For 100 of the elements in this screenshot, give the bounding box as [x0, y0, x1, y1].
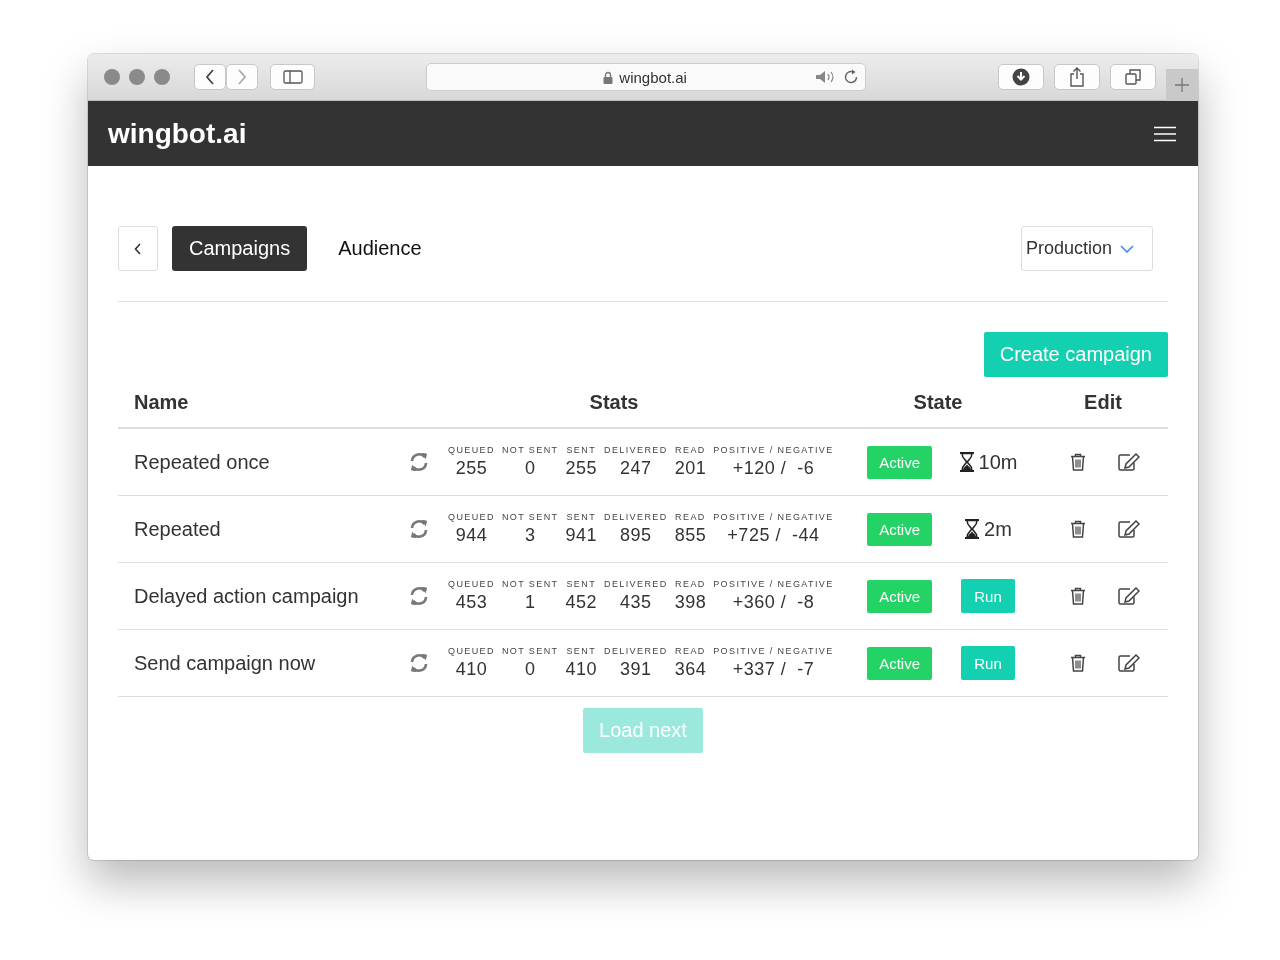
stat-label: NOT SENT [501, 579, 559, 589]
stat-label: SENT [566, 579, 597, 589]
stat-value: 398 [674, 592, 707, 613]
stat-label: READ [675, 579, 706, 589]
column-header: Edit [1084, 390, 1122, 414]
back-button[interactable] [194, 64, 226, 90]
stat-label: QUEUED [448, 646, 495, 656]
chevron-down-icon [1120, 244, 1135, 253]
stat-label: QUEUED [448, 512, 495, 522]
stat-value: +337 / -7 [732, 659, 815, 680]
campaign-name: Repeated once [133, 450, 271, 474]
menu-icon[interactable] [1154, 125, 1176, 142]
stat-label: POSITIVE / NEGATIVE [713, 646, 834, 656]
window-close-button[interactable] [104, 69, 120, 85]
refresh-icon[interactable] [409, 586, 429, 606]
stat-value: 3 [524, 525, 536, 546]
nav-tab[interactable]: Audience [321, 226, 439, 271]
environment-dropdown[interactable]: Production [1021, 226, 1153, 271]
stat-label: READ [675, 445, 706, 455]
stat-value: 855 [674, 525, 707, 546]
timer-label: 2m [964, 517, 1012, 541]
download-icon [1012, 68, 1031, 86]
stat-value: 435 [620, 592, 652, 613]
share-button[interactable] [1054, 64, 1101, 90]
plus-icon [1175, 77, 1190, 92]
stat-value: 453 [455, 592, 488, 613]
stat-label: READ [675, 646, 706, 656]
stat-label: QUEUED [448, 445, 495, 455]
stat-value: 410 [455, 659, 488, 680]
stat-label: NOT SENT [501, 512, 559, 522]
hourglass-icon [958, 452, 975, 472]
lock-icon [603, 70, 614, 84]
refresh-icon[interactable] [409, 653, 429, 673]
stat-value: 1 [524, 592, 536, 613]
refresh-icon[interactable] [409, 519, 429, 539]
stat-value: +360 / -8 [732, 592, 815, 613]
chevron-left-icon [205, 69, 215, 85]
reload-icon[interactable] [843, 69, 860, 85]
edit-icon[interactable] [1118, 520, 1140, 538]
stat-label: SENT [566, 445, 597, 455]
state-badge: Active [867, 445, 932, 479]
stat-value: 895 [620, 525, 652, 546]
stat-label: QUEUED [448, 579, 495, 589]
tabs-button[interactable] [1110, 64, 1157, 90]
stat-label: DELIVERED [604, 646, 668, 656]
window-minimize-button[interactable] [129, 69, 145, 85]
edit-icon[interactable] [1118, 587, 1140, 605]
edit-icon[interactable] [1118, 453, 1140, 471]
state-badge: Active [867, 579, 932, 613]
new-tab-button[interactable] [1166, 68, 1198, 101]
stat-value: 941 [565, 525, 597, 546]
campaign-name: Repeated [133, 517, 222, 541]
download-button[interactable] [998, 64, 1045, 90]
stat-label: POSITIVE / NEGATIVE [713, 579, 834, 589]
delete-icon[interactable] [1070, 453, 1086, 471]
stat-value: 247 [620, 458, 652, 479]
window-zoom-button[interactable] [154, 69, 170, 85]
stat-label: SENT [566, 512, 597, 522]
delete-icon[interactable] [1070, 520, 1086, 538]
chevron-right-icon [237, 69, 247, 85]
address-bar[interactable]: wingbot.ai [426, 63, 867, 91]
stat-value: 201 [674, 458, 707, 479]
nav-tab[interactable]: Campaigns [172, 226, 308, 271]
column-header: Stats [589, 390, 639, 414]
share-icon [1069, 67, 1086, 87]
hourglass-icon [964, 519, 981, 539]
stat-value: +725 / -44 [727, 525, 820, 546]
stat-value: 0 [524, 458, 536, 479]
stat-value: 255 [565, 458, 597, 479]
stat-value: 944 [455, 525, 488, 546]
url-text: wingbot.ai [619, 68, 687, 86]
sidebar-icon [282, 70, 303, 84]
delete-icon[interactable] [1070, 654, 1086, 672]
stat-value: 410 [565, 659, 597, 680]
sidebar-button[interactable] [270, 64, 316, 90]
stat-label: NOT SENT [501, 646, 559, 656]
stat-label: POSITIVE / NEGATIVE [713, 445, 834, 455]
campaign-name: Send campaign now [133, 651, 317, 675]
delete-icon[interactable] [1070, 587, 1086, 605]
brand-logo[interactable]: wingbot.ai [108, 117, 247, 150]
edit-icon[interactable] [1118, 654, 1140, 672]
campaign-name: Delayed action campaign [133, 584, 360, 608]
column-header: Name [133, 390, 190, 414]
stat-value: +120 / -6 [732, 458, 815, 479]
stat-label: DELIVERED [604, 445, 668, 455]
stat-value: 364 [674, 659, 707, 680]
stat-label: POSITIVE / NEGATIVE [713, 512, 834, 522]
chevron-left-icon [134, 242, 142, 255]
state-badge: Active [867, 512, 932, 546]
stat-label: NOT SENT [501, 445, 559, 455]
refresh-icon[interactable] [409, 452, 429, 472]
stat-label: DELIVERED [604, 512, 668, 522]
timer-label: 10m [958, 450, 1018, 474]
stat-value: 391 [620, 659, 652, 680]
tabs-icon [1125, 69, 1142, 85]
stat-label: SENT [566, 646, 597, 656]
stat-value: 255 [455, 458, 488, 479]
stat-value: 0 [524, 659, 536, 680]
stat-label: READ [675, 512, 706, 522]
stat-value: 452 [565, 592, 597, 613]
